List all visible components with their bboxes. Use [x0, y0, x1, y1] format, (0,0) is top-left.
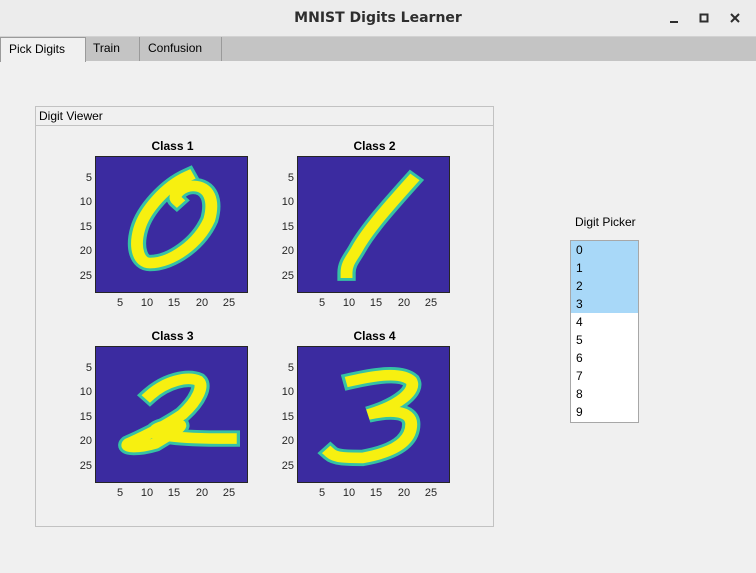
x-tick-label: 5: [116, 297, 124, 309]
y-tick-label: 15: [281, 411, 294, 423]
y-tick-label: 20: [79, 435, 92, 447]
digit-image-plot: [95, 346, 248, 483]
maximize-icon[interactable]: [696, 10, 712, 26]
y-tick-label: 25: [79, 270, 92, 282]
digit-image: [96, 157, 247, 292]
title-bar: MNIST Digits Learner: [0, 0, 756, 37]
y-tick-label: 15: [79, 411, 92, 423]
list-item-8[interactable]: 8: [571, 385, 638, 403]
x-tick-label: 5: [318, 487, 326, 499]
tab-bar: Pick Digits Train Confusion: [0, 37, 756, 62]
y-tick-label: 10: [281, 386, 294, 398]
x-tick-label: 20: [397, 297, 411, 309]
tab-confusion[interactable]: Confusion: [140, 37, 222, 61]
x-tick-label: 10: [342, 487, 356, 499]
digit-image: [298, 157, 449, 292]
list-item-9[interactable]: 9: [571, 403, 638, 421]
plot-title: Class 3: [151, 329, 194, 343]
y-tick-label: 15: [281, 221, 294, 233]
list-item-5[interactable]: 5: [571, 331, 638, 349]
digit-image: [298, 347, 449, 482]
y-tick-label: 10: [281, 196, 294, 208]
digit-image-plot: [95, 156, 248, 293]
y-tick-label: 20: [281, 435, 294, 447]
x-tick-label: 5: [116, 487, 124, 499]
list-item-0[interactable]: 0: [571, 241, 638, 259]
digit-picker-listbox[interactable]: 0 1 2 3 4 5 6 7 8 9: [570, 240, 639, 423]
list-item-1[interactable]: 1: [571, 259, 638, 277]
x-tick-label: 15: [167, 487, 181, 499]
x-tick-label: 10: [140, 487, 154, 499]
x-tick-label: 25: [222, 297, 236, 309]
list-item-3[interactable]: 3: [571, 295, 638, 313]
x-tick-label: 25: [424, 297, 438, 309]
list-item-6[interactable]: 6: [571, 349, 638, 367]
y-tick-label: 20: [281, 245, 294, 257]
x-tick-label: 10: [140, 297, 154, 309]
tab-train[interactable]: Train: [85, 37, 140, 61]
x-tick-label: 20: [397, 487, 411, 499]
x-tick-label: 15: [167, 297, 181, 309]
y-tick-label: 10: [79, 196, 92, 208]
digit-picker-label: Digit Picker: [575, 215, 636, 229]
y-tick-label: 5: [287, 172, 294, 184]
close-icon[interactable]: [727, 10, 743, 26]
x-tick-label: 5: [318, 297, 326, 309]
x-tick-label: 20: [195, 487, 209, 499]
plot-title: Class 1: [151, 139, 194, 153]
window-title: MNIST Digits Learner: [294, 10, 462, 26]
x-tick-label: 20: [195, 297, 209, 309]
y-tick-label: 5: [287, 362, 294, 374]
y-tick-label: 5: [85, 362, 92, 374]
panel-divider: [36, 125, 493, 126]
plot-title: Class 4: [353, 329, 396, 343]
tab-pick-digits[interactable]: Pick Digits: [0, 37, 86, 62]
y-tick-label: 20: [79, 245, 92, 257]
list-item-2[interactable]: 2: [571, 277, 638, 295]
y-tick-label: 25: [79, 460, 92, 472]
x-tick-label: 25: [222, 487, 236, 499]
y-tick-label: 10: [79, 386, 92, 398]
y-tick-label: 25: [281, 460, 294, 472]
x-tick-label: 10: [342, 297, 356, 309]
x-tick-label: 15: [369, 297, 383, 309]
list-item-7[interactable]: 7: [571, 367, 638, 385]
digit-image-plot: [297, 156, 450, 293]
minimize-icon[interactable]: [666, 10, 682, 26]
digit-image: [96, 347, 247, 482]
y-tick-label: 15: [79, 221, 92, 233]
y-tick-label: 5: [85, 172, 92, 184]
panel-title: Digit Viewer: [39, 109, 103, 123]
digit-image-plot: [297, 346, 450, 483]
y-tick-label: 25: [281, 270, 294, 282]
x-tick-label: 25: [424, 487, 438, 499]
plot-title: Class 2: [353, 139, 396, 153]
list-item-4[interactable]: 4: [571, 313, 638, 331]
x-tick-label: 15: [369, 487, 383, 499]
